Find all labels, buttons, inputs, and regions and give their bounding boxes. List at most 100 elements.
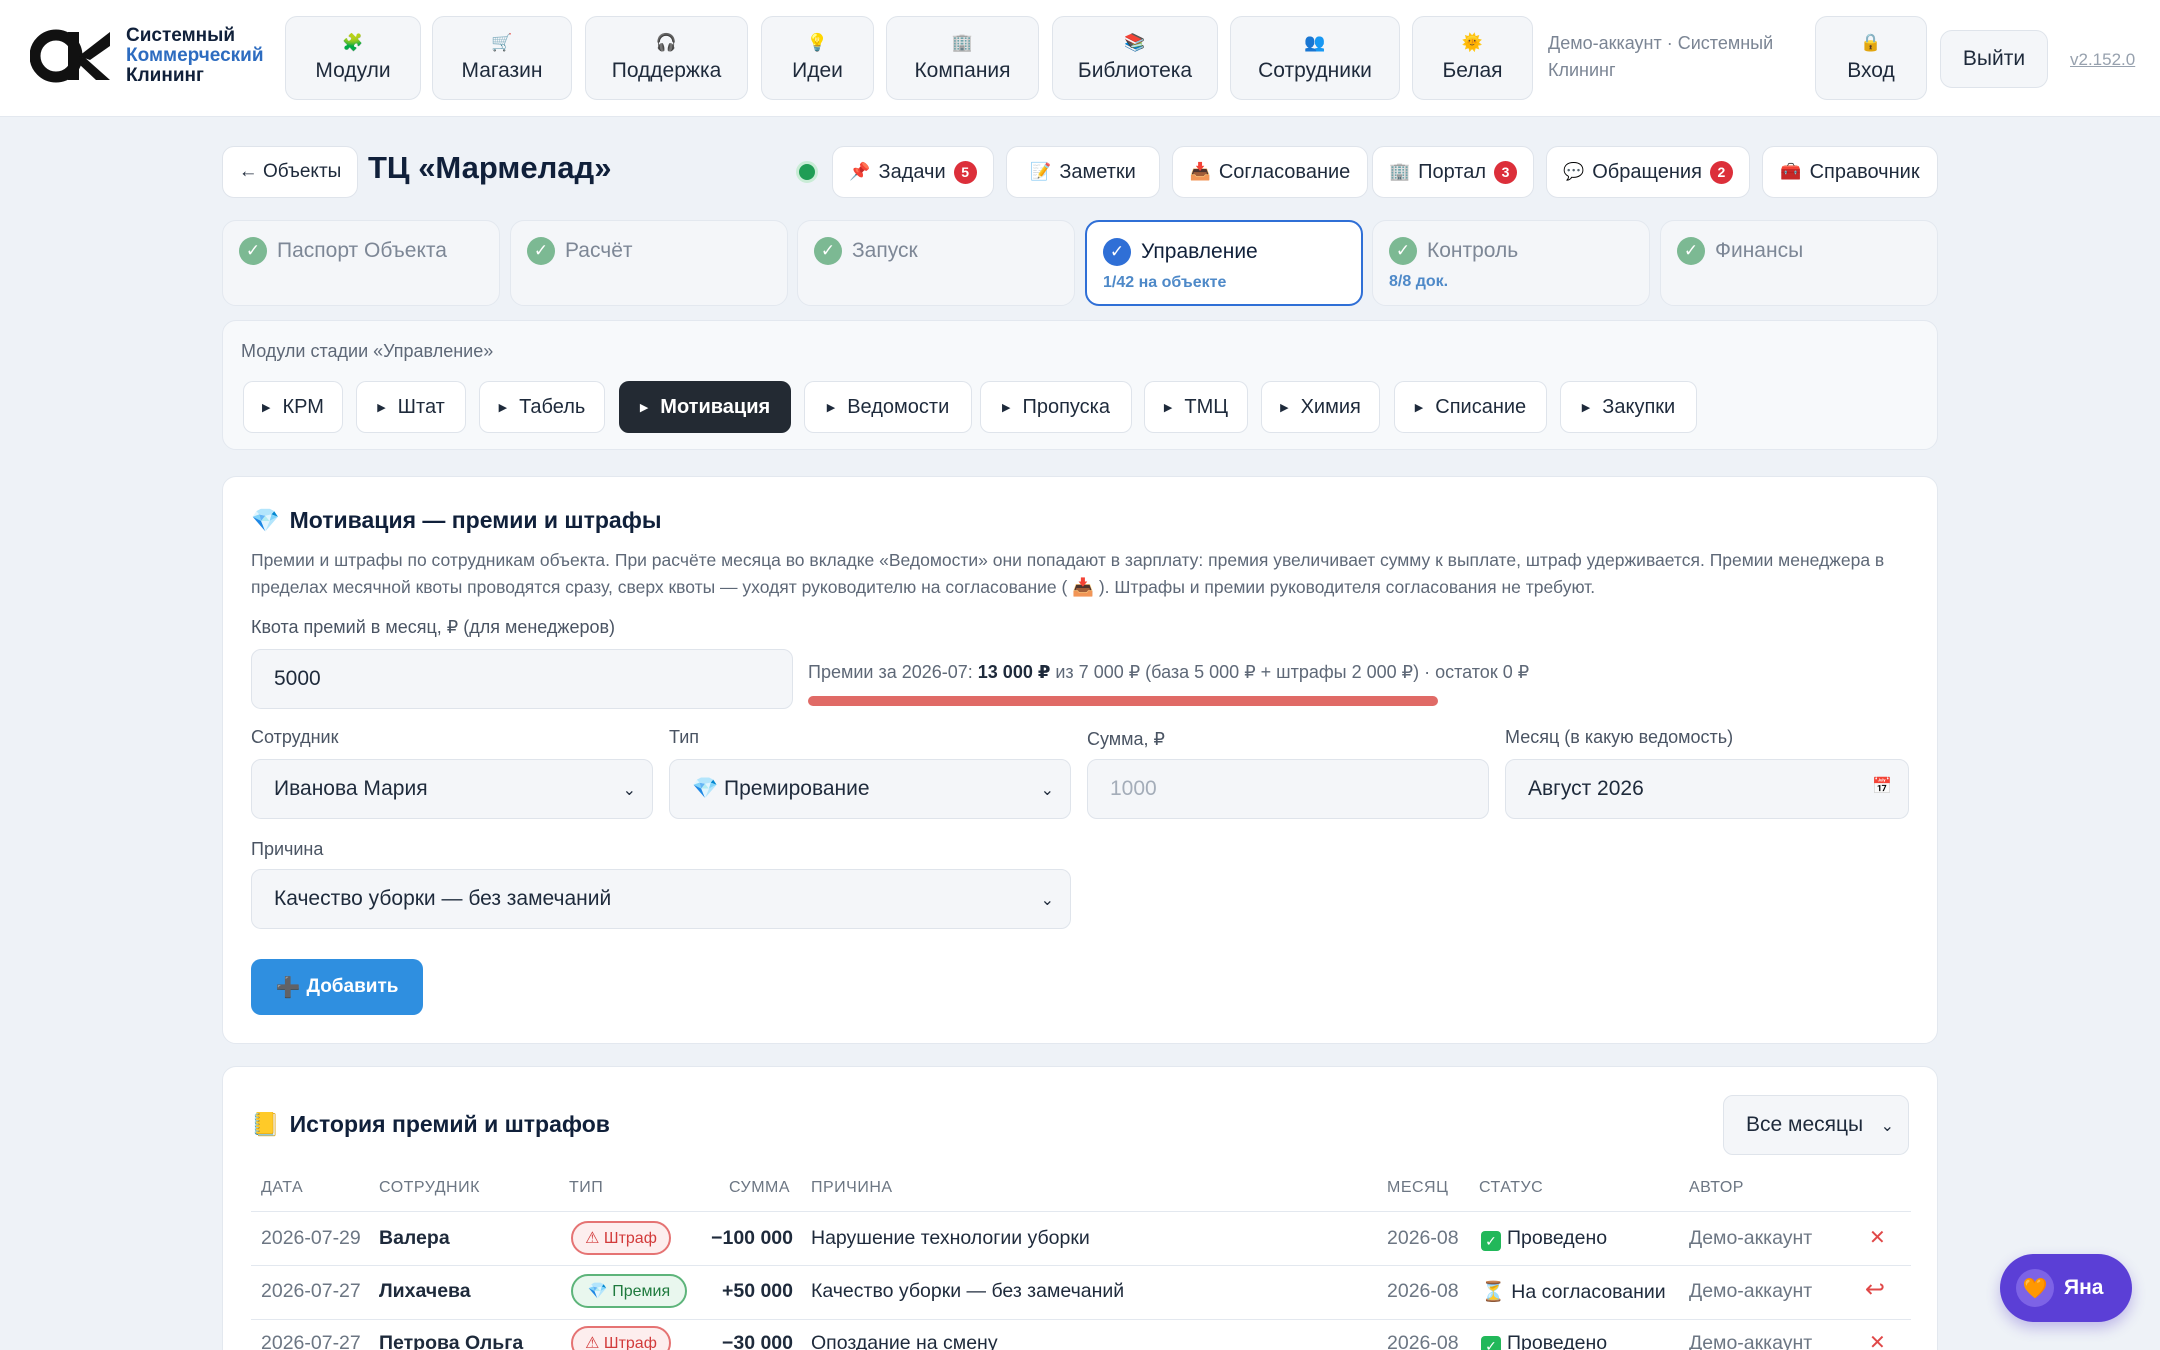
cell-amount: +50 000 <box>721 1280 793 1302</box>
row-divider <box>251 1265 1911 1266</box>
stage-control[interactable]: ✓ Контроль 8/8 док. <box>1372 220 1650 306</box>
back-to-objects-button[interactable]: ← Объекты <box>222 146 358 198</box>
requests-button[interactable]: 💬 Обращения 2 <box>1546 146 1750 198</box>
tasks-button[interactable]: 📌 Задачи 5 <box>832 146 994 198</box>
module-tab-writeoff[interactable]: ▶ Списание <box>1394 381 1547 433</box>
col-month: МЕСЯЦ <box>1387 1179 1449 1196</box>
status-indicator <box>796 161 818 183</box>
approval-label: Согласование <box>1218 160 1351 183</box>
stage-passport[interactable]: ✓ Паспорт Объекта <box>222 220 500 306</box>
module-tab-timesheet[interactable]: ▶ Табель <box>479 381 605 433</box>
module-label: КРМ <box>282 395 324 418</box>
month-picker[interactable]: Август 2026 📅 <box>1505 759 1909 819</box>
add-button[interactable]: ➕ Добавить <box>251 959 423 1015</box>
requests-count-badge: 2 <box>1709 160 1733 184</box>
cell-status: ✓ Проведено <box>1481 1227 1607 1251</box>
gem-icon: 💎 <box>251 507 280 533</box>
row-divider <box>251 1319 1911 1320</box>
module-tab-purchases[interactable]: ▶ Закупки <box>1560 381 1697 433</box>
stage-launch[interactable]: ✓ Запуск <box>797 220 1075 306</box>
cell-reason: Качество уборки — без замечаний <box>811 1280 1125 1302</box>
speech-bubble-icon: 💬 <box>1563 162 1585 181</box>
exit-button[interactable]: Выйти <box>1940 30 2048 88</box>
amount-label: Сумма, ₽ <box>1087 729 1166 749</box>
lightbulb-icon: 💡 <box>806 33 829 52</box>
nav-library[interactable]: 📚 Библиотека <box>1052 16 1218 100</box>
revert-icon[interactable]: ↩ <box>1865 1275 1885 1304</box>
stage-management[interactable]: ✓ Управление 1/42 на объекте <box>1085 220 1363 306</box>
approval-button[interactable]: 📥 Согласование <box>1172 146 1368 198</box>
assistant-chat-button[interactable]: 🧡 Яна <box>2000 1254 2132 1322</box>
month-value: Август 2026 <box>1528 777 1644 800</box>
quota-progress-bar <box>808 696 1438 706</box>
notes-button[interactable]: 📝 Заметки <box>1006 146 1160 198</box>
modules-caption: Модули стадии «Управление» <box>241 341 494 361</box>
login-button[interactable]: 🔒 Вход <box>1815 16 1927 100</box>
brand-name: Системный Коммерческий Клининг <box>126 26 264 86</box>
reference-button[interactable]: 🧰 Справочник <box>1762 146 1938 198</box>
play-icon: ▶ <box>639 401 649 414</box>
module-tab-chemicals[interactable]: ▶ Химия <box>1261 381 1380 433</box>
nav-shop[interactable]: 🛒 Магазин <box>432 16 572 100</box>
cell-month: 2026-08 <box>1387 1227 1459 1249</box>
portal-button[interactable]: 🏢 Портал 3 <box>1372 146 1534 198</box>
delete-icon[interactable]: ✕ <box>1869 1330 1886 1350</box>
login-label: Вход <box>1847 59 1895 82</box>
page-title: ТЦ «Мармелад» <box>368 150 612 185</box>
memo-icon: 📝 <box>1030 162 1052 181</box>
nav-modules[interactable]: 🧩 Модули <box>285 16 421 100</box>
stage-finance[interactable]: ✓ Финансы <box>1660 220 1938 306</box>
puzzle-icon: 🧩 <box>342 33 364 52</box>
type-badge-bonus: 💎 Премия <box>571 1274 687 1308</box>
building-icon: 🏢 <box>1388 162 1411 181</box>
quota-info-suffix: из 7 000 ₽ (база 5 000 ₽ + штрафы 2 000 … <box>1050 662 1530 682</box>
nav-employees[interactable]: 👥 Сотрудники <box>1230 16 1400 100</box>
nav-label: Модули <box>315 59 391 82</box>
nav-company[interactable]: 🏢 Компания <box>886 16 1039 100</box>
cell-status: ✓ Проведено <box>1481 1332 1607 1350</box>
quota-input[interactable]: 5000 <box>251 649 793 709</box>
brand-logo[interactable]: Системный Коммерческий Клининг <box>29 26 264 86</box>
month-filter-select[interactable]: Все месяцы ⌄ <box>1723 1095 1909 1155</box>
stage-label: Контроль <box>1427 239 1519 262</box>
nav-support[interactable]: 🎧 Поддержка <box>585 16 748 100</box>
amount-input[interactable]: 1000 <box>1087 759 1489 819</box>
nav-label: Сотрудники <box>1258 59 1372 82</box>
type-label: Тип <box>669 727 700 747</box>
play-icon: ▶ <box>498 401 508 414</box>
version-link[interactable]: v2.152.0 <box>2070 50 2135 70</box>
module-label: Закупки <box>1602 395 1676 418</box>
checkmark-icon: ✓ <box>1481 1336 1501 1350</box>
type-select[interactable]: 💎 Премирование ⌄ <box>669 759 1071 819</box>
play-icon: ▶ <box>1001 401 1011 414</box>
play-icon: ▶ <box>262 401 271 414</box>
reference-label: Справочник <box>1809 160 1920 183</box>
module-tab-statements[interactable]: ▶ Ведомости <box>804 381 972 433</box>
col-author: АВТОР <box>1689 1179 1744 1196</box>
cell-amount: −100 000 <box>711 1227 793 1249</box>
module-tab-motivation[interactable]: ▶ Мотивация <box>619 381 791 433</box>
stage-label: Расчёт <box>565 239 633 262</box>
cell-employee: Петрова Ольга <box>379 1332 524 1350</box>
module-tab-passes[interactable]: ▶ Пропуска <box>980 381 1132 433</box>
module-tab-krm[interactable]: ▶ КРМ <box>243 381 343 433</box>
nav-label: Белая <box>1442 59 1503 82</box>
module-tab-staff[interactable]: ▶ Штат <box>356 381 466 433</box>
checkmark-icon: ✓ <box>1481 1231 1501 1251</box>
employee-select[interactable]: Иванова Мария ⌄ <box>251 759 653 819</box>
portal-count-badge: 3 <box>1494 160 1518 184</box>
reason-label: Причина <box>251 839 324 859</box>
chevron-down-icon: ⌄ <box>622 782 636 799</box>
stage-calculation[interactable]: ✓ Расчёт <box>510 220 788 306</box>
tasks-label: Задачи <box>878 160 946 183</box>
calendar-icon[interactable]: 📅 <box>1872 776 1892 796</box>
nav-label: Магазин <box>461 59 543 82</box>
nav-ideas[interactable]: 💡 Идеи <box>761 16 874 100</box>
cell-month: 2026-08 <box>1387 1332 1459 1350</box>
delete-icon[interactable]: ✕ <box>1869 1225 1886 1250</box>
cell-reason: Нарушение технологии уборки <box>811 1227 1090 1249</box>
reason-select[interactable]: Качество уборки — без замечаний ⌄ <box>251 869 1071 929</box>
module-label: Табель <box>519 395 586 418</box>
theme-toggle-button[interactable]: 🌞 Белая <box>1412 16 1533 100</box>
module-tab-tmc[interactable]: ▶ ТМЦ <box>1144 381 1248 433</box>
